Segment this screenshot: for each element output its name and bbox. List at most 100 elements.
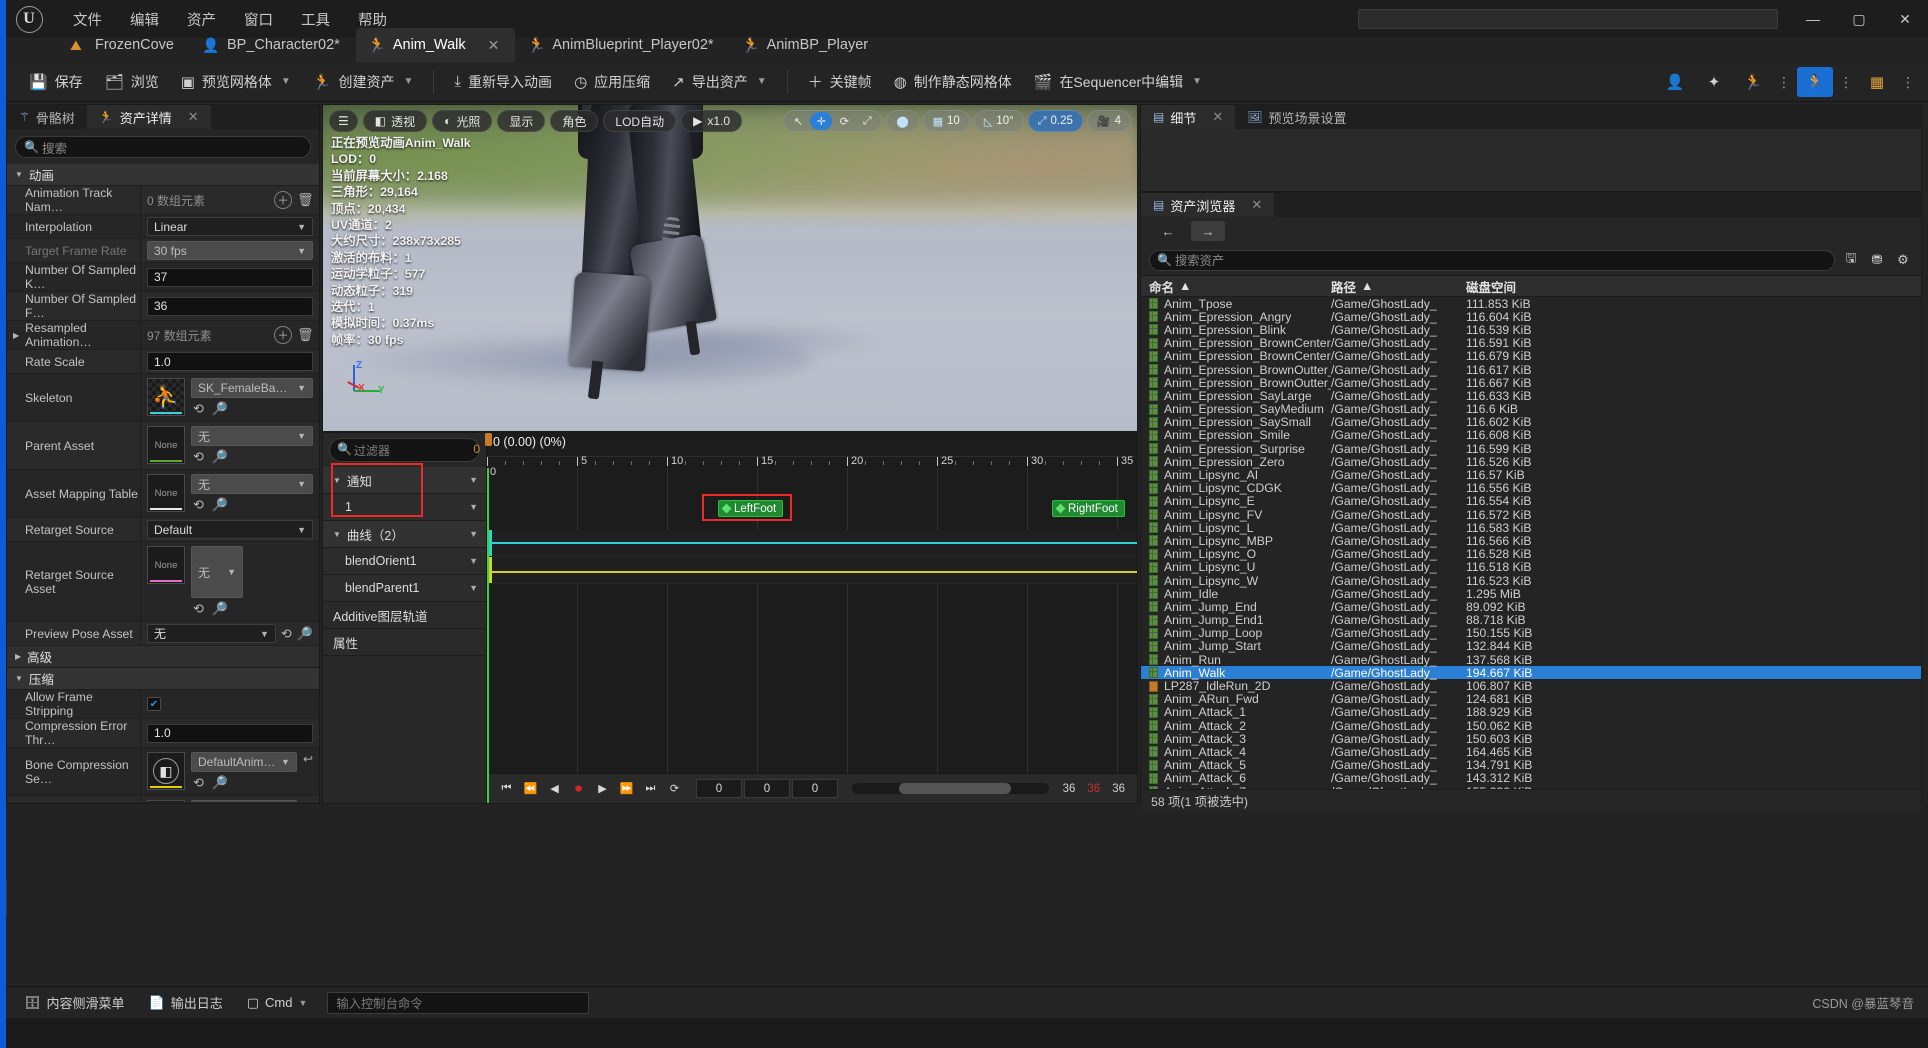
table-row[interactable]: Anim_Epression_BrownOutter_Up/Game/Ghost…: [1141, 376, 1921, 390]
table-row[interactable]: Anim_Epression_Angry/Game/GhostLady_ 116.…: [1141, 310, 1921, 324]
table-row[interactable]: Anim_Epression_Surprise/Game/GhostLady_ 1…: [1141, 442, 1921, 456]
create-asset-button[interactable]: 🏃 创建资产 ▼: [302, 66, 425, 98]
browse-to-asset-icon[interactable]: 🔎: [212, 601, 228, 617]
table-row[interactable]: Anim_Attack_3/Game/GhostLady_ 150.603 KiB: [1141, 732, 1921, 746]
retarget-source-dropdown[interactable]: Default ▼: [147, 520, 313, 539]
notify-rightfoot[interactable]: RightFoot: [1052, 500, 1125, 517]
notify-leftfoot[interactable]: LeftFoot: [718, 500, 784, 517]
animation-mode-icon[interactable]: 🏃: [1735, 67, 1771, 97]
playhead[interactable]: [487, 468, 489, 803]
scrollbar-thumb[interactable]: [899, 783, 1012, 794]
table-row[interactable]: Anim_Lipsync_MBP/Game/GhostLady_ 116.566 …: [1141, 534, 1921, 548]
table-row[interactable]: Anim_Lipsync_U/Game/GhostLady_ 116.518 Ki…: [1141, 560, 1921, 574]
table-row[interactable]: Anim_Lipsync_E/Game/GhostLady_ 116.554 Ki…: [1141, 494, 1921, 508]
settings-icon[interactable]: ⚙: [1893, 252, 1913, 268]
table-row[interactable]: Anim_Attack_5/Game/GhostLady_ 134.791 KiB: [1141, 758, 1921, 772]
browse-to-asset-icon[interactable]: 🔎: [212, 497, 228, 513]
table-row[interactable]: Anim_Jump_Loop/Game/GhostLady_ 150.155 Ki…: [1141, 626, 1921, 640]
make-static-mesh-button[interactable]: ◍ 制作静态网格体: [883, 66, 1023, 98]
tab-skeleton-tree[interactable]: ⚚ 骨骼树: [7, 105, 87, 129]
notify-lane[interactable]: LeftFoot RightFoot: [487, 494, 1137, 522]
category-animation[interactable]: ▼ 动画: [7, 164, 319, 186]
more-icon[interactable]: ⋮: [1774, 74, 1794, 91]
table-row[interactable]: Anim_Epression_BrownCenter_Dn/Game/Ghost…: [1141, 336, 1921, 350]
chevron-down-icon[interactable]: ▼: [469, 583, 478, 593]
filter-icon[interactable]: ⛃: [1867, 252, 1887, 268]
reset-to-default-icon[interactable]: ↩: [303, 800, 313, 802]
timeline-filter-input[interactable]: 🔍 过滤器: [329, 438, 480, 462]
skeleton-thumbnail[interactable]: ⛹: [147, 378, 185, 416]
select-icon[interactable]: ↖: [787, 112, 809, 130]
skeleton-dropdown[interactable]: SK_FemaleBase_ ▼: [191, 378, 313, 398]
step-back-icon[interactable]: ◀: [545, 779, 564, 798]
content-drawer-button[interactable]: 🗄 内容侧滑菜单: [14, 991, 135, 1015]
table-row[interactable]: Anim_Idle/Game/GhostLady_ 1.295 MiB: [1141, 587, 1921, 601]
table-row[interactable]: Anim_ARun_Fwd/Game/GhostLady_ 124.681 KiB: [1141, 692, 1921, 706]
layout-icon[interactable]: ▦: [1859, 67, 1895, 97]
running-icon[interactable]: 🏃: [1797, 67, 1833, 97]
reset-to-default-icon[interactable]: ↩: [303, 752, 313, 791]
add-icon[interactable]: ＋: [274, 191, 292, 209]
table-row[interactable]: Anim_Lipsync_W/Game/GhostLady_ 116.523 Ki…: [1141, 574, 1921, 588]
viewport-show-button[interactable]: 显示: [497, 110, 546, 132]
table-row[interactable]: Anim_Epression_BrownOutter_Dn/Game/Ghost…: [1141, 363, 1921, 377]
skip-start-icon[interactable]: ⏮: [497, 779, 516, 798]
viewport-lighting-button[interactable]: ◐ 光照: [432, 110, 493, 132]
table-row[interactable]: Anim_Attack_2/Game/GhostLady_ 150.062 KiB: [1141, 719, 1921, 733]
table-row[interactable]: Anim_Epression_BrownCenter_Up/Game/Ghost…: [1141, 349, 1921, 363]
table-row[interactable]: Anim_Epression_Zero/Game/GhostLady_ 116.5…: [1141, 455, 1921, 469]
column-header-path[interactable]: 路径 ▲: [1331, 277, 1466, 296]
interpolation-dropdown[interactable]: Linear ▼: [147, 217, 313, 236]
animation-viewport[interactable]: ☰ ◧ 透视 ◐ 光照 显示 角色 LOD自动 ▶ x1.0 ↖ ✛ ⟳ ⤢ ⬤…: [322, 104, 1138, 432]
close-icon[interactable]: ✕: [188, 109, 199, 125]
delete-icon[interactable]: 🗑: [297, 192, 314, 208]
track-header-blendorient1[interactable]: blendOrient1 ▼: [323, 548, 486, 575]
output-log-button[interactable]: 📄 输出日志: [139, 991, 233, 1015]
save-button[interactable]: 💾 保存: [18, 66, 94, 98]
table-row[interactable]: Anim_Attack_1/Game/GhostLady_ 188.929 KiB: [1141, 705, 1921, 719]
table-row[interactable]: Anim_Epression_SayMedium/Game/GhostLady_…: [1141, 402, 1921, 416]
table-row[interactable]: Anim_Attack_7/Game/GhostLady_155.232 KiB: [1141, 785, 1921, 789]
second-frame-field[interactable]: 0: [744, 779, 790, 798]
close-icon[interactable]: ✕: [1212, 109, 1223, 125]
next-key-icon[interactable]: ⏭: [641, 779, 660, 798]
browse-to-asset-icon[interactable]: 🔎: [212, 775, 228, 791]
scale-icon[interactable]: ⤢: [856, 112, 878, 130]
tab-anim-walk[interactable]: 🏃 Anim_Walk ✕: [355, 28, 516, 62]
curve-lane-blendparent1[interactable]: [487, 557, 1137, 584]
more2-icon[interactable]: ⋮: [1836, 74, 1856, 91]
column-header-name[interactable]: 命名 ▲: [1141, 277, 1331, 296]
tab-bp-character02[interactable]: 👤 BP_Character02*: [190, 28, 356, 62]
rotation-snap-value[interactable]: ◺ 10°: [973, 110, 1024, 132]
table-row[interactable]: Anim_Jump_Start/Game/GhostLady_ 132.844 K…: [1141, 639, 1921, 653]
track-header-blendparent1[interactable]: blendParent1 ▼: [323, 575, 486, 602]
snap-toggle[interactable]: ⬤: [886, 110, 919, 132]
asset-mapping-dropdown[interactable]: 无 ▼: [191, 474, 313, 494]
use-selected-icon[interactable]: ⟲: [193, 601, 204, 617]
compression-error-field[interactable]: 1.0: [147, 723, 313, 743]
chevron-down-icon[interactable]: ▼: [469, 529, 478, 539]
retarget-source-thumbnail[interactable]: None: [147, 546, 185, 584]
use-selected-icon[interactable]: ⟲: [281, 626, 292, 642]
record-icon[interactable]: ⏺: [569, 779, 588, 798]
category-compression[interactable]: ▼ 压缩: [7, 668, 319, 690]
table-row[interactable]: Anim_Lipsync_O/Game/GhostLady_ 116.528 Ki…: [1141, 547, 1921, 561]
allow-frame-stripping-checkbox[interactable]: ✔: [147, 697, 161, 711]
edit-in-sequencer-button[interactable]: 🎬 在Sequencer中编辑 ▼: [1023, 66, 1213, 98]
timeline-tracks-area[interactable]: 0 (0.00) (0%) 0 5 10 15 20 25 30 35 Left…: [485, 433, 1137, 803]
move-icon[interactable]: ✛: [810, 112, 833, 130]
chevron-down-icon[interactable]: ▼: [469, 556, 478, 566]
table-row[interactable]: LP287_IdleRun_2D/Game/GhostLady_ 106.807 …: [1141, 679, 1921, 693]
table-row[interactable]: Anim_Lipsync_FV/Game/GhostLady_ 116.572 K…: [1141, 508, 1921, 522]
keyframe-button[interactable]: ＋ 关键帧: [797, 66, 883, 98]
play-icon[interactable]: ▶: [593, 779, 612, 798]
browse-to-asset-icon[interactable]: 🔎: [297, 626, 313, 642]
reimport-animation-button[interactable]: ⤓ 重新导入动画: [443, 66, 563, 98]
details-search-input[interactable]: 🔍 搜索: [15, 136, 311, 158]
table-row[interactable]: Anim_Attack_4/Game/GhostLady_ 164.465 KiB: [1141, 745, 1921, 759]
track-header-additive-layer[interactable]: Additive图层轨道: [323, 602, 486, 629]
retarget-source-dropdown[interactable]: 无 ▼: [191, 546, 243, 598]
back-button[interactable]: ←: [1151, 221, 1185, 241]
grid-snap-value[interactable]: ▦ 10: [922, 110, 970, 132]
tab-animblueprint-player02[interactable]: 🏃 AnimBlueprint_Player02*: [515, 28, 729, 62]
